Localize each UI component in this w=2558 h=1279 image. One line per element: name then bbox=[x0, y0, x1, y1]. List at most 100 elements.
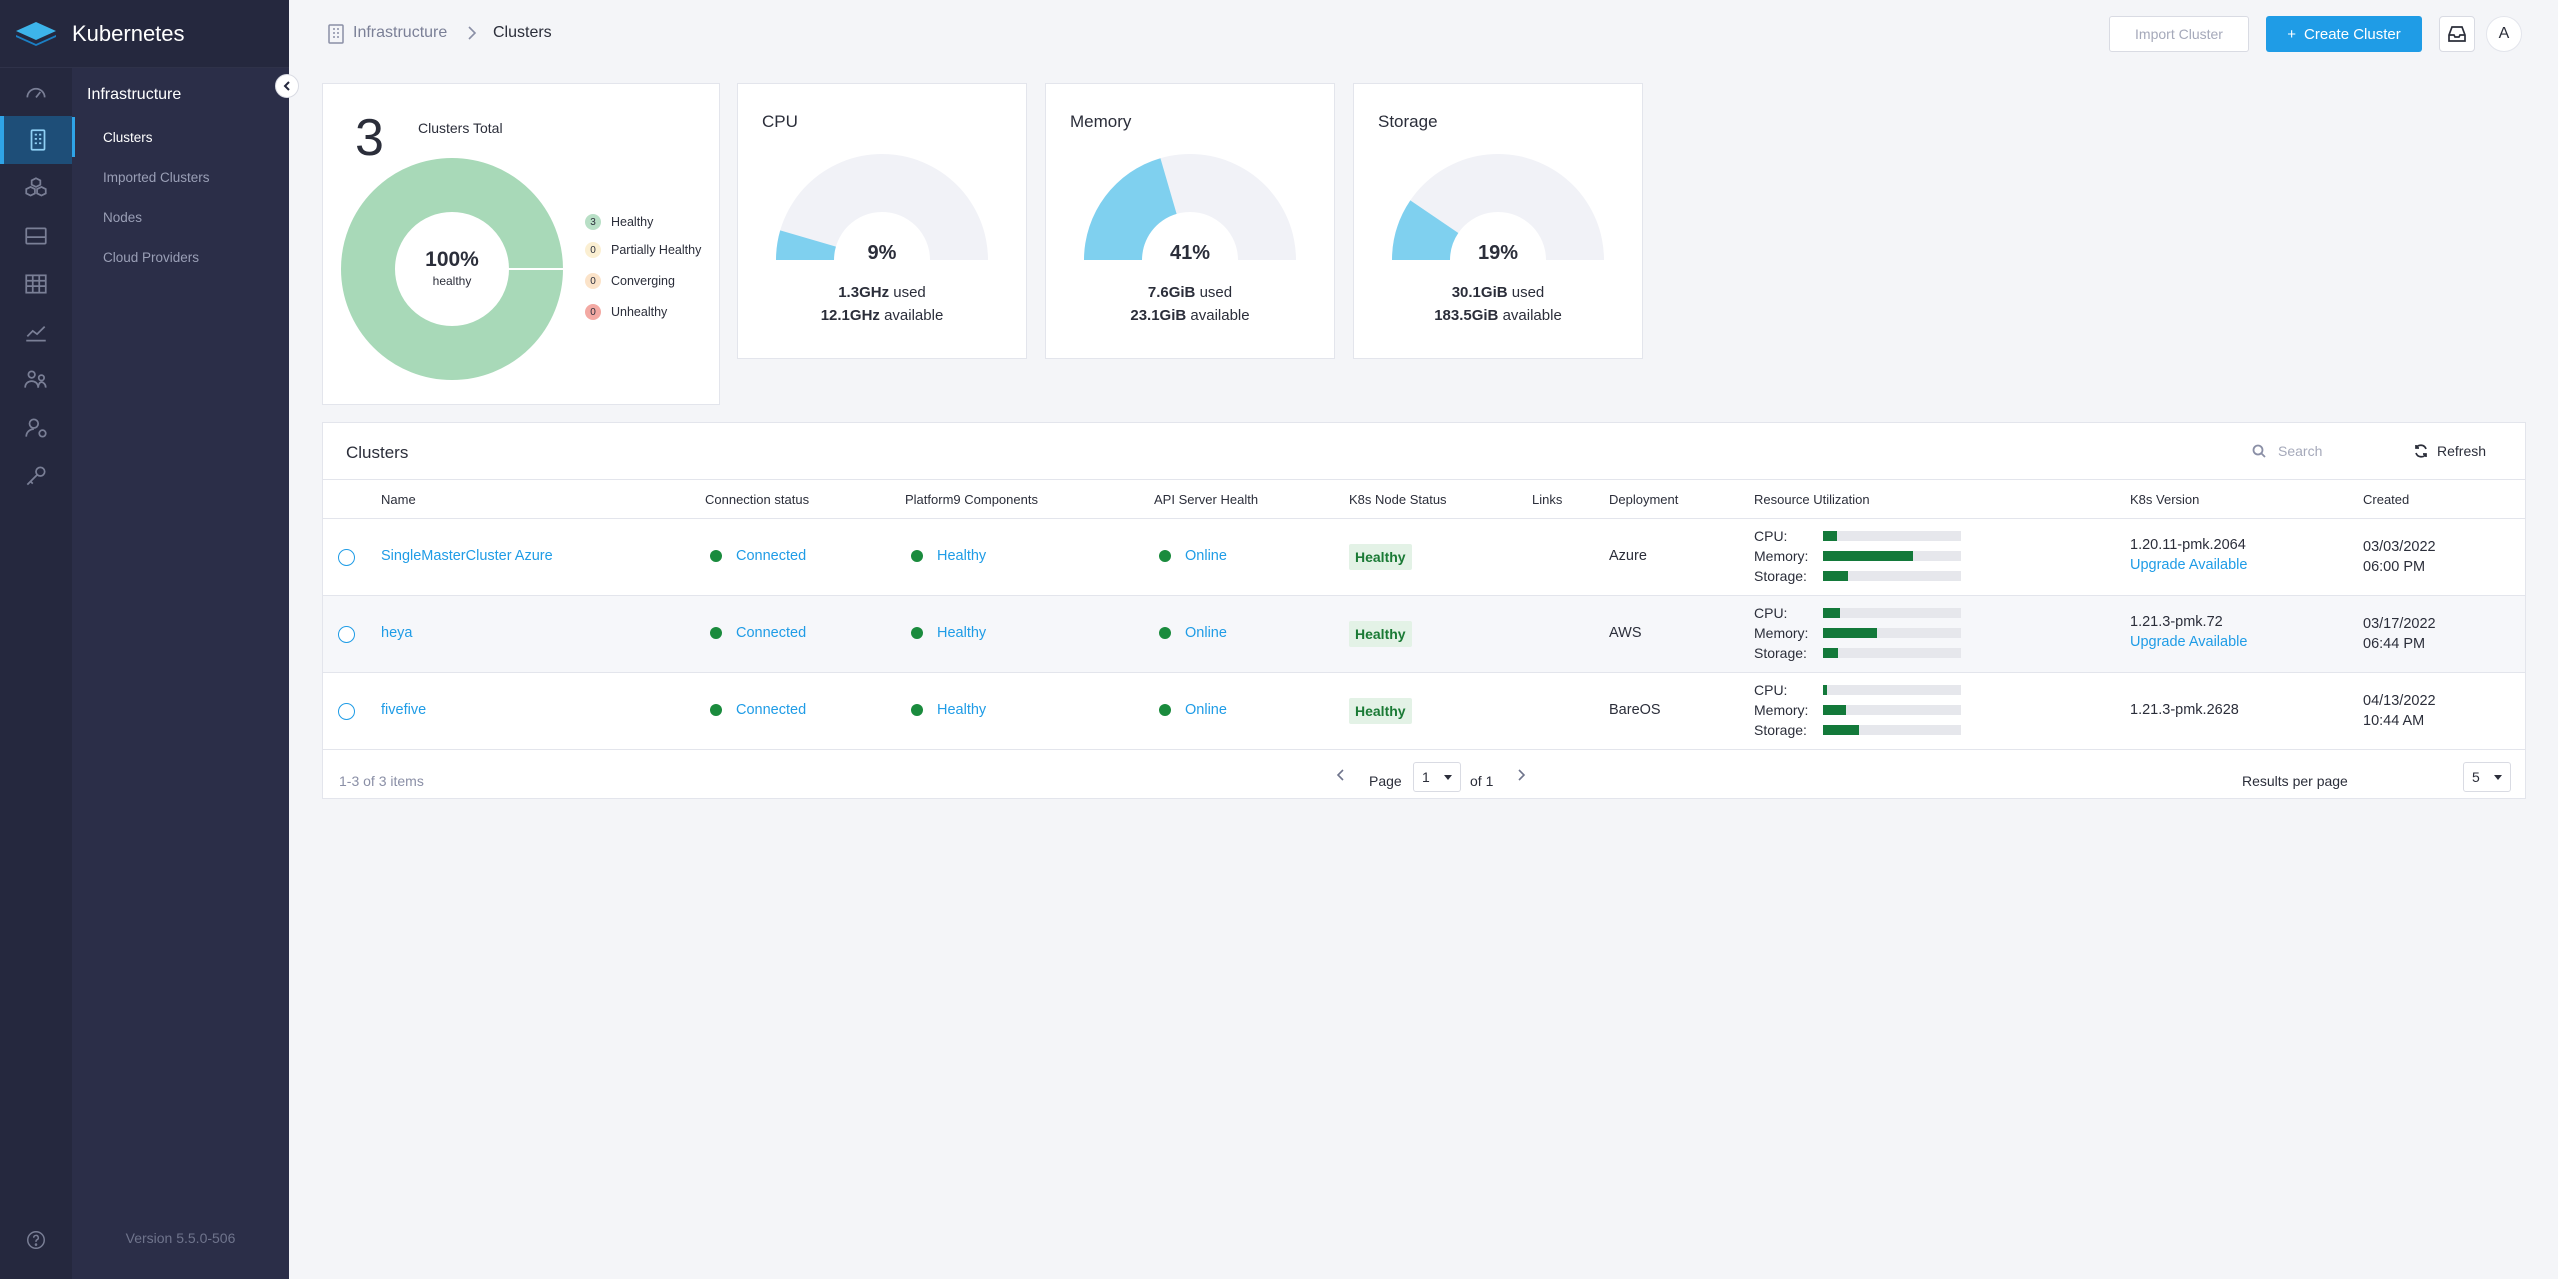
connection-label: Connected bbox=[736, 625, 807, 641]
cluster-name-link[interactable]: SingleMasterCluster Azure bbox=[381, 548, 553, 564]
column-header-links[interactable]: Links bbox=[1532, 492, 1562, 507]
search-input[interactable]: Search bbox=[2252, 439, 2382, 463]
users-groups-icon bbox=[24, 370, 47, 388]
row-select-radio[interactable] bbox=[338, 549, 355, 566]
util-cpu-label: CPU: bbox=[1754, 605, 1788, 621]
api-status[interactable]: Online bbox=[1159, 702, 1227, 718]
legend-count: 3 bbox=[585, 214, 601, 230]
monitoring-nav[interactable] bbox=[0, 308, 72, 356]
key-nav[interactable] bbox=[0, 452, 72, 500]
connection-status[interactable]: Connected bbox=[710, 548, 806, 564]
cpu-util-fill bbox=[1823, 608, 1840, 618]
subnav-item-clusters[interactable]: Clusters bbox=[72, 117, 289, 157]
gauge-used: 30.1GiB used bbox=[1354, 284, 1642, 301]
column-header-components[interactable]: Platform9 Components bbox=[905, 492, 1038, 507]
cpu-util-fill bbox=[1823, 531, 1837, 541]
caret-down-icon bbox=[1444, 775, 1452, 780]
clusters-total-label: Clusters Total bbox=[418, 120, 503, 136]
storage-nav[interactable] bbox=[0, 212, 72, 260]
memory-util-bar bbox=[1823, 551, 1961, 561]
breadcrumb-current: Clusters bbox=[493, 24, 552, 41]
created-date: 04/13/2022 bbox=[2363, 693, 2436, 709]
node-status-badge: Healthy bbox=[1349, 544, 1412, 570]
gauge-available: 12.1GHz available bbox=[738, 307, 1026, 324]
subnav-item-cloud-providers[interactable]: Cloud Providers bbox=[72, 237, 289, 277]
clusters-summary-card: 3 Clusters Total 100% healthy 3 Healthy … bbox=[322, 83, 720, 405]
used-value: 1.3GHz bbox=[838, 284, 890, 301]
available-value: 183.5GiB bbox=[1434, 307, 1499, 324]
legend-label: Partially Healthy bbox=[611, 243, 702, 257]
notifications-button[interactable] bbox=[2439, 16, 2475, 52]
table-row[interactable]: fivefive Connected Healthy Online Health… bbox=[323, 673, 2525, 750]
dashboard-nav[interactable] bbox=[0, 68, 72, 116]
used-suffix: used bbox=[1195, 284, 1233, 301]
avatar[interactable]: A bbox=[2486, 16, 2522, 52]
cluster-name-link[interactable]: fivefive bbox=[381, 702, 426, 718]
table-row[interactable]: SingleMasterCluster Azure Connected Heal… bbox=[323, 519, 2525, 596]
status-dot bbox=[911, 550, 923, 562]
help-nav[interactable] bbox=[0, 1216, 72, 1264]
util-storage-label: Storage: bbox=[1754, 645, 1807, 661]
chevron-right-icon bbox=[1518, 769, 1526, 781]
column-header-connection[interactable]: Connection status bbox=[705, 492, 809, 507]
column-header-created[interactable]: Created bbox=[2363, 492, 2409, 507]
storage-util-bar bbox=[1823, 725, 1961, 735]
secondary-nav: Infrastructure Clusters Imported Cluster… bbox=[72, 68, 289, 1279]
status-dot bbox=[1159, 550, 1171, 562]
available-suffix: available bbox=[1498, 307, 1562, 324]
subnav-item-imported-clusters[interactable]: Imported Clusters bbox=[72, 157, 289, 197]
connection-status[interactable]: Connected bbox=[710, 625, 806, 641]
used-value: 7.6GiB bbox=[1147, 284, 1196, 301]
dashboard-icon bbox=[26, 87, 46, 98]
user-settings-nav[interactable] bbox=[0, 404, 72, 452]
column-header-api[interactable]: API Server Health bbox=[1154, 492, 1258, 507]
gauge-used: 7.6GiB used bbox=[1046, 284, 1334, 301]
infrastructure-nav[interactable] bbox=[0, 116, 72, 164]
row-select-radio[interactable] bbox=[338, 703, 355, 720]
column-header-node-status[interactable]: K8s Node Status bbox=[1349, 492, 1447, 507]
table-row[interactable]: heya Connected Healthy Online Healthy AW… bbox=[323, 596, 2525, 673]
connection-status[interactable]: Connected bbox=[710, 702, 806, 718]
donut-percent: 100% bbox=[425, 248, 479, 271]
table-header: Name Connection status Platform9 Compone… bbox=[323, 479, 2525, 519]
refresh-button[interactable]: Refresh bbox=[2413, 439, 2486, 463]
infrastructure-icon bbox=[30, 129, 46, 151]
column-header-utilization[interactable]: Resource Utilization bbox=[1754, 492, 1870, 507]
card-title: Storage bbox=[1378, 112, 1438, 131]
page-select[interactable]: 1 bbox=[1413, 762, 1461, 792]
gauge-available: 23.1GiB available bbox=[1046, 307, 1334, 324]
components-status[interactable]: Healthy bbox=[911, 625, 986, 641]
prev-page-button[interactable] bbox=[1333, 765, 1349, 785]
deployment-value: Azure bbox=[1609, 548, 1647, 564]
brand-header[interactable]: Kubernetes bbox=[0, 0, 289, 68]
column-header-name[interactable]: Name bbox=[381, 492, 416, 507]
upgrade-available-link[interactable]: Upgrade Available bbox=[2130, 557, 2247, 573]
import-cluster-button[interactable]: Import Cluster bbox=[2109, 16, 2249, 52]
cluster-name-link[interactable]: heya bbox=[381, 625, 412, 641]
next-page-button[interactable] bbox=[1513, 765, 1529, 785]
api-status[interactable]: Online bbox=[1159, 625, 1227, 641]
results-per-page-select[interactable]: 5 bbox=[2463, 762, 2511, 792]
legend-converging: 0 Converging bbox=[585, 272, 675, 290]
create-cluster-button[interactable]: + Create Cluster bbox=[2266, 16, 2422, 52]
upgrade-available-link[interactable]: Upgrade Available bbox=[2130, 634, 2247, 650]
legend-healthy: 3 Healthy bbox=[585, 213, 653, 231]
subnav-item-nodes[interactable]: Nodes bbox=[72, 197, 289, 237]
storage-util-bar bbox=[1823, 571, 1961, 581]
util-memory-label: Memory: bbox=[1754, 625, 1809, 641]
breadcrumb-root[interactable]: Infrastructure bbox=[353, 24, 447, 42]
api-status[interactable]: Online bbox=[1159, 548, 1227, 564]
column-header-version[interactable]: K8s Version bbox=[2130, 492, 2199, 507]
app-name: Kubernetes bbox=[72, 20, 185, 46]
row-select-radio[interactable] bbox=[338, 626, 355, 643]
util-cpu-label: CPU: bbox=[1754, 682, 1788, 698]
collapse-nav-button[interactable] bbox=[275, 74, 299, 98]
users-groups-nav[interactable] bbox=[0, 356, 72, 404]
components-label: Healthy bbox=[937, 625, 987, 641]
column-header-deployment[interactable]: Deployment bbox=[1609, 492, 1678, 507]
grid-nav[interactable] bbox=[0, 260, 72, 308]
components-status[interactable]: Healthy bbox=[911, 548, 986, 564]
building-icon bbox=[327, 24, 345, 44]
components-status[interactable]: Healthy bbox=[911, 702, 986, 718]
apps-nav[interactable] bbox=[0, 164, 72, 212]
